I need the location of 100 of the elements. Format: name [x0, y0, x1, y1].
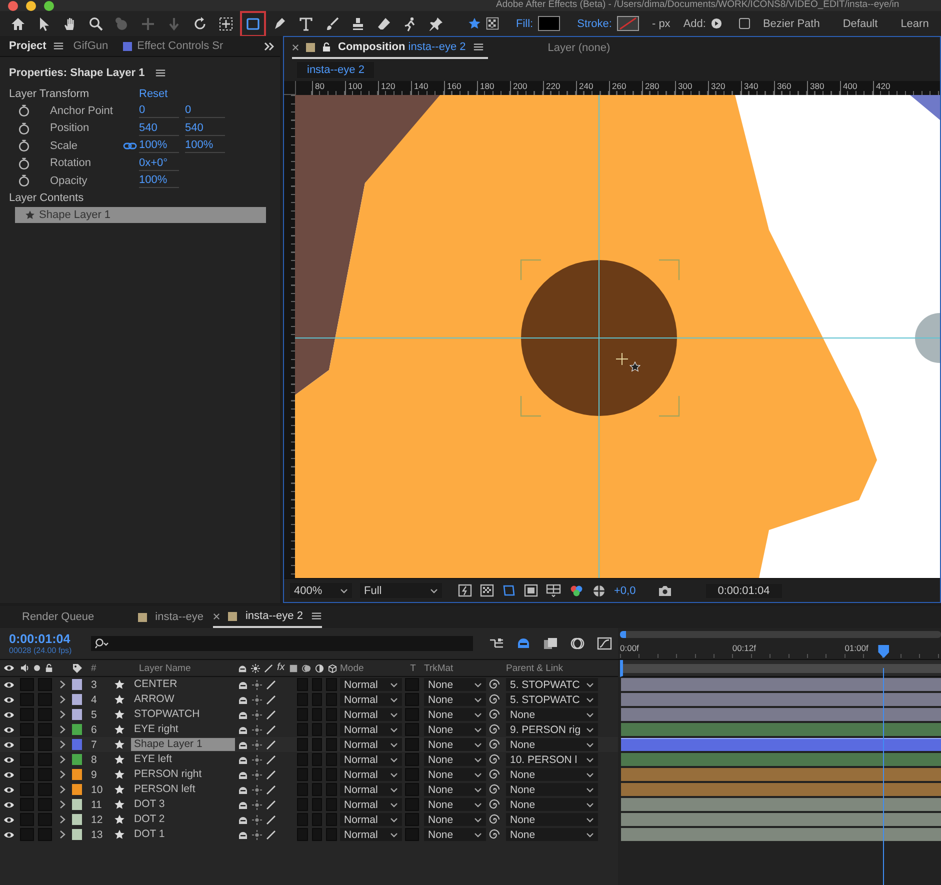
layer-number: 4 — [90, 694, 98, 706]
layer-name[interactable]: Shape Layer 1 — [131, 738, 235, 751]
track-matte-dropdown[interactable]: None — [424, 798, 486, 811]
panel-tab[interactable]: GifGun — [73, 36, 114, 56]
track-matte-dropdown[interactable]: None — [424, 708, 486, 721]
track-matte-dropdown[interactable]: None — [424, 693, 486, 706]
layer-row[interactable]: 6 EYE right Normal None 9. PERSON rig — [0, 722, 618, 737]
panel-tab[interactable]: Project — [9, 36, 52, 56]
property-label: Opacity — [50, 174, 88, 187]
workspace-tab[interactable]: Learn — [900, 18, 929, 30]
mode-dropdown[interactable]: Normal — [340, 813, 402, 826]
time-ruler[interactable]: 0:00f 00:12f 01:00f — [620, 642, 941, 658]
composition-tab[interactable]: Layer (none) — [548, 37, 614, 59]
property-value[interactable]: 0 — [185, 103, 225, 118]
mode-dropdown[interactable]: Normal — [340, 828, 402, 841]
track-matte-dropdown[interactable]: None — [424, 813, 486, 826]
mode-dropdown[interactable]: Normal — [340, 768, 402, 781]
parent-dropdown[interactable]: None — [506, 828, 598, 841]
parent-dropdown[interactable]: 9. PERSON rig — [506, 723, 598, 736]
mode-dropdown[interactable]: Normal — [340, 738, 402, 751]
fill-label: Fill: — [516, 18, 534, 30]
stroke-label: Stroke: — [577, 18, 612, 30]
section-heading: Layer Transform — [9, 88, 90, 100]
parent-dropdown[interactable]: None — [506, 708, 598, 721]
time-ruler-label: 00:12f — [732, 643, 756, 653]
timecode[interactable]: 0:00:01:04 — [9, 632, 79, 646]
property-value[interactable]: 100% — [185, 138, 225, 154]
effects-switch-label[interactable]: fx — [277, 663, 285, 673]
composition-breadcrumb[interactable]: insta--eye 2 — [297, 62, 374, 78]
layer-name[interactable]: EYE left — [131, 753, 235, 766]
layer-name[interactable]: PERSON right — [131, 768, 235, 781]
mode-dropdown[interactable]: Normal — [340, 798, 402, 811]
mode-dropdown[interactable]: Normal — [340, 753, 402, 766]
layer-row[interactable]: 3 CENTER Normal None 5. STOPWATC — [0, 677, 618, 692]
layer-name[interactable]: DOT 3 — [131, 798, 235, 811]
mode-dropdown[interactable]: Normal — [340, 723, 402, 736]
mode-dropdown[interactable]: Normal — [340, 693, 402, 706]
layer-row[interactable]: 12 DOT 2 Normal None None — [0, 812, 618, 827]
layer-row[interactable]: 9 PERSON right Normal None None — [0, 767, 618, 782]
parent-dropdown[interactable]: None — [506, 798, 598, 811]
track-matte-dropdown[interactable]: None — [424, 828, 486, 841]
composition-tab-label: Layer (none) — [548, 42, 610, 54]
track-matte-dropdown[interactable]: None — [424, 753, 486, 766]
column-header: # — [90, 662, 98, 674]
parent-dropdown[interactable]: None — [506, 783, 598, 796]
layer-name[interactable]: DOT 1 — [131, 828, 235, 841]
layer-name[interactable]: EYE right — [131, 723, 235, 736]
parent-dropdown[interactable]: None — [506, 738, 598, 751]
parent-dropdown[interactable]: 5. STOPWATC — [506, 678, 598, 691]
layer-row[interactable]: 10 PERSON left Normal None None — [0, 782, 618, 797]
track-matte-dropdown[interactable]: None — [424, 678, 486, 691]
property-value[interactable]: 540 — [139, 120, 179, 136]
parent-dropdown[interactable]: 10. PERSON l — [506, 753, 598, 766]
timeline-tab[interactable]: insta--eye — [138, 606, 204, 628]
resolution-dropdown[interactable]: Full — [360, 583, 442, 598]
layer-name[interactable]: STOPWATCH — [131, 708, 235, 721]
layer-row[interactable]: 8 EYE left Normal None 10. PERSON l — [0, 752, 618, 767]
column-header: T — [409, 662, 417, 674]
zoom-dropdown[interactable]: 400% — [290, 583, 352, 598]
workspace-tab[interactable]: Default — [842, 18, 878, 30]
column-header: Mode — [340, 662, 365, 674]
exposure-value[interactable]: +0,0 — [614, 584, 636, 596]
current-time[interactable]: 0:00:01:04 — [706, 584, 782, 598]
layer-number: 8 — [90, 754, 98, 766]
composition-tab[interactable]: Composition insta--eye 2 — [292, 37, 488, 59]
panel-tab[interactable]: Effect Controls Sr — [123, 36, 230, 56]
bezier-path-label: Bezier Path — [762, 18, 820, 30]
property-value[interactable]: 0 — [139, 103, 179, 118]
parent-dropdown[interactable]: None — [506, 768, 598, 781]
layer-name[interactable]: DOT 2 — [131, 813, 235, 826]
track-matte-dropdown[interactable]: None — [424, 768, 486, 781]
layer-name[interactable]: CENTER — [131, 678, 235, 691]
layer-number: 10 — [90, 784, 104, 796]
layer-row[interactable]: 5 STOPWATCH Normal None None — [0, 707, 618, 722]
stroke-width-value[interactable]: - px — [652, 18, 670, 30]
layer-row[interactable]: 11 DOT 3 Normal None None — [0, 797, 618, 812]
timeline-tab[interactable]: Render Queue — [22, 606, 94, 628]
property-label: Scale — [50, 140, 79, 152]
parent-dropdown[interactable]: None — [506, 813, 598, 826]
property-value[interactable]: 100% — [139, 173, 179, 188]
layer-name[interactable]: PERSON left — [131, 783, 235, 796]
column-header: Parent & Link — [506, 662, 564, 674]
mode-dropdown[interactable]: Normal — [340, 708, 402, 721]
reset-link[interactable]: Reset — [139, 88, 168, 100]
track-matte-dropdown[interactable]: None — [424, 723, 486, 736]
track-matte-dropdown[interactable]: None — [424, 738, 486, 751]
layer-name: Shape Layer 1 — [39, 208, 111, 220]
layer-row[interactable]: 4 ARROW Normal None 5. STOPWATC — [0, 692, 618, 707]
layer-name[interactable]: ARROW — [131, 693, 235, 706]
layer-contents-item[interactable]: Shape Layer 1 — [15, 206, 266, 222]
parent-dropdown[interactable]: 5. STOPWATC — [506, 693, 598, 706]
mode-dropdown[interactable]: Normal — [340, 783, 402, 796]
layer-number: 13 — [90, 828, 104, 840]
property-value[interactable]: 100% — [139, 138, 179, 154]
layer-row[interactable]: 7 Shape Layer 1 Normal None None — [0, 737, 618, 752]
property-value[interactable]: 540 — [185, 120, 225, 136]
property-value[interactable]: 0x+0° — [139, 156, 179, 171]
track-matte-dropdown[interactable]: None — [424, 783, 486, 796]
layer-row[interactable]: 13 DOT 1 Normal None None — [0, 827, 618, 842]
mode-dropdown[interactable]: Normal — [340, 678, 402, 691]
